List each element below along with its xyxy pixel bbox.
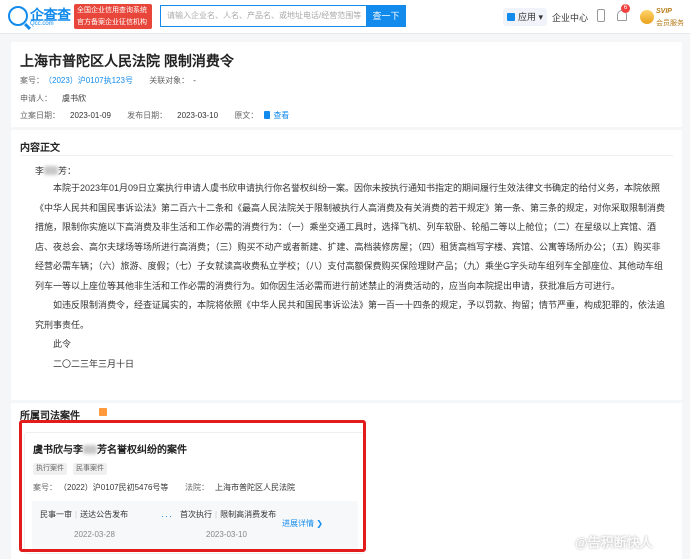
- order-body-text: 本院于2023年01月09日立案执行申请人虞书欣申请执行你名誉权纠纷一案。因你未…: [35, 179, 669, 374]
- step-1-event: 送达公告发布: [80, 510, 129, 519]
- order-summary-card: 上海市普陀区人民法院 限制消费令 案号： （2023）沪0107执123号 关联对…: [11, 42, 682, 127]
- search-input[interactable]: 请输入企业名、人名、产品名、或地址电话/经营范围等: [160, 5, 366, 27]
- apps-grid-icon: [507, 13, 515, 21]
- document-icon: [264, 111, 271, 119]
- tagline-badge: 全国企业信用查询系统 官方备案企业征信机构: [74, 4, 152, 29]
- notification-count-badge: 6: [621, 4, 630, 13]
- page-title: 上海市普陀区人民法院 限制消费令: [20, 53, 234, 69]
- search-button[interactable]: 查一下: [366, 5, 406, 27]
- apps-label: 应用: [518, 12, 537, 22]
- case-number-row: 案号： （2023）沪0107执123号 关联对象： -: [20, 75, 196, 86]
- weibo-eye-icon: [558, 537, 572, 548]
- case-title[interactable]: 虞书欣与李 芳名誉权纠纷的案件: [33, 441, 187, 456]
- top-navigation-bar: 企查查 Qcc.com 全国企业信用查询系统 官方备案企业征信机构 请输入企业名…: [0, 0, 690, 34]
- court-value: 上海市普陀区人民法院: [215, 483, 295, 492]
- content-card: 内容正文 李 芳： 本院于2023年01月09日立案执行申请人虞书欣申请执行你名誉…: [11, 130, 682, 400]
- weibo-watermark: @告积断快人: [558, 532, 653, 551]
- applicant-label: 申请人：: [20, 94, 52, 103]
- progress-details-link[interactable]: 进展详情 ❯: [282, 518, 323, 529]
- closing-text: 此令: [53, 339, 72, 349]
- paragraph-2: 如违反限制消费令，经查证属实的，本院将依照《中华人民共和国民事诉讼法》第一百一十…: [35, 300, 666, 330]
- case-title-prefix: 虞书欣与李: [33, 445, 83, 456]
- timeline-ellipsis: ···: [161, 511, 173, 521]
- step-2-date: 2023-03-10: [206, 530, 247, 539]
- court-info: 法院： 上海市普陀区人民法院: [185, 482, 295, 493]
- applicant-row: 申请人： 虞书欣: [20, 93, 86, 104]
- watermark-text: @告积断快人: [575, 535, 653, 550]
- svip-button[interactable]: SVIP 会员服务: [640, 6, 686, 28]
- court-label: 法院：: [185, 483, 209, 492]
- vip-title: SVIP: [656, 8, 672, 15]
- view-original-link[interactable]: 查看: [273, 111, 289, 120]
- case-card-number-label: 案号：: [33, 483, 57, 492]
- cases-section-title: 所属司法案件: [20, 411, 80, 422]
- apps-menu[interactable]: 应用 ▾: [503, 8, 548, 26]
- case-card[interactable]: 虞书欣与李 芳名誉权纠纷的案件 执行案件 民事案件 案号： （2022）沪0107民…: [24, 432, 364, 554]
- salutation: 李 芳：: [35, 164, 76, 177]
- salutation-prefix: 李: [35, 166, 45, 176]
- step-2-event: 限制高消费发布: [220, 510, 277, 519]
- publish-date-value: 2023-03-10: [177, 111, 219, 120]
- hot-icon: [99, 408, 107, 416]
- case-number-info: 案号： （2022）沪0107民初5476号等: [33, 482, 168, 493]
- case-card-number: （2022）沪0107民初5476号等: [63, 483, 169, 492]
- applicant-value: 虞书欣: [62, 94, 86, 103]
- step-1-date: 2022-03-28: [74, 530, 115, 539]
- order-date: 二〇二三年三月十日: [53, 358, 135, 369]
- section-divider: [20, 155, 673, 156]
- related-object-value: -: [193, 76, 196, 85]
- vip-subtitle: 会员服务: [656, 20, 684, 27]
- case-title-suffix: 芳名誉权纠纷的案件: [97, 445, 187, 456]
- case-timeline: 民事一审 | 送达公告发布 2022-03-28 ··· 首次执行 | 限制高消费发布 …: [32, 501, 358, 549]
- filing-date-value: 2023-01-09: [70, 111, 111, 120]
- publish-date-label: 发布日期：: [127, 111, 168, 120]
- enterprise-center-link[interactable]: 企业中心: [552, 11, 588, 24]
- logo-subtext: Qcc.com: [30, 21, 54, 27]
- salutation-suffix: 芳：: [58, 166, 77, 176]
- paragraph-1: 本院于2023年01月09日立案执行申请人虞书欣申请执行你名誉权纠纷一案。因你未…: [35, 183, 666, 291]
- redacted-name: [83, 445, 97, 454]
- redacted-name: [44, 166, 59, 175]
- crown-icon: [640, 10, 654, 24]
- timeline-step-2: 首次执行 | 限制高消费发布: [180, 510, 277, 519]
- qcc-logo[interactable]: 企查查 Qcc.com: [8, 5, 72, 29]
- case-number-link[interactable]: （2023）沪0107执123号: [48, 76, 133, 85]
- timeline-step-1: 民事一审 | 送达公告发布: [40, 510, 129, 519]
- step-1-stage: 民事一审: [40, 510, 72, 519]
- step-2-stage: 首次执行: [180, 510, 212, 519]
- case-number-label: 案号：: [20, 76, 44, 85]
- related-object-label: 关联对象：: [149, 76, 190, 85]
- mobile-app-icon[interactable]: [597, 9, 605, 22]
- dates-row: 立案日期： 2023-01-09 发布日期： 2023-03-10 原文： 查看: [20, 110, 289, 121]
- tag-civil-case: 民事案件: [73, 463, 107, 475]
- content-section-title: 内容正文: [20, 143, 60, 154]
- filing-date-label: 立案日期：: [20, 111, 60, 120]
- original-label: 原文：: [234, 111, 259, 120]
- tag-execution-case: 执行案件: [33, 463, 67, 475]
- magnifier-logo-icon: [8, 6, 28, 26]
